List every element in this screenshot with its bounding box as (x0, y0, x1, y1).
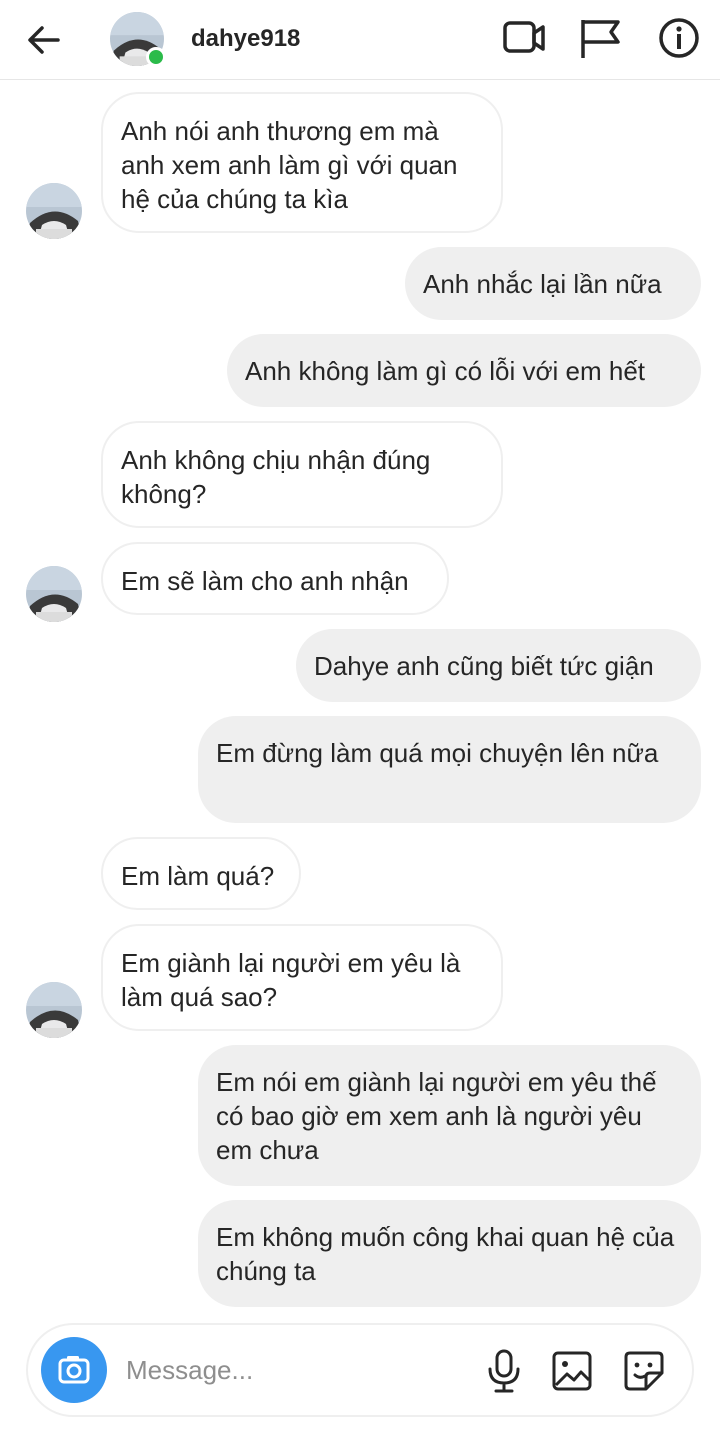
sender-avatar[interactable] (26, 183, 82, 239)
message-text: Anh không làm gì có lỗi với em hết (245, 356, 646, 386)
avatar (26, 566, 82, 622)
sender-avatar[interactable] (26, 982, 82, 1038)
message-bubble-outgoing[interactable]: Em đừng làm quá mọi chuyện lên nữa (198, 716, 701, 823)
gallery-button[interactable] (552, 1349, 592, 1393)
message-bubble-incoming[interactable]: Anh không chịu nhận đúng không? (101, 421, 503, 528)
arrow-left-icon (28, 26, 60, 54)
message-text: Em giành lại người em yêu là làm quá sao… (121, 948, 461, 1012)
report-flag-button[interactable] (578, 16, 622, 60)
camera-button[interactable] (41, 1337, 107, 1403)
online-status-dot (146, 47, 166, 67)
message-text: Anh nhắc lại lần nữa (423, 269, 662, 299)
message-bubble-outgoing[interactable]: Anh không làm gì có lỗi với em hết (227, 334, 701, 407)
message-text: Anh nói anh thương em mà anh xem anh làm… (121, 116, 458, 214)
microphone-icon (488, 1349, 520, 1393)
image-gallery-icon (552, 1351, 592, 1391)
info-button[interactable] (657, 16, 701, 60)
sticker-icon (624, 1351, 664, 1391)
message-composer: Message... (26, 1323, 694, 1417)
message-bubble-incoming[interactable]: Em làm quá? (101, 837, 301, 910)
message-bubble-incoming[interactable]: Em giành lại người em yêu là làm quá sao… (101, 924, 503, 1031)
message-bubble-incoming[interactable]: Em sẽ làm cho anh nhận (101, 542, 449, 615)
username-title[interactable]: dahye918 (191, 25, 300, 53)
video-call-icon (503, 21, 545, 53)
sender-avatar[interactable] (26, 566, 82, 622)
video-call-button[interactable] (502, 16, 546, 60)
message-text: Em sẽ làm cho anh nhận (121, 566, 409, 596)
profile-avatar[interactable] (110, 12, 166, 67)
voice-message-button[interactable] (484, 1349, 524, 1393)
message-bubble-outgoing[interactable]: Dahye anh cũng biết tức giận (296, 629, 701, 702)
back-button[interactable] (24, 20, 64, 60)
message-bubble-outgoing[interactable]: Anh nhắc lại lần nữa (405, 247, 701, 320)
message-text: Em làm quá? (121, 861, 275, 891)
message-text: Anh không chịu nhận đúng không? (121, 445, 431, 509)
message-input[interactable]: Message... (126, 1355, 253, 1386)
message-bubble-incoming[interactable]: Anh nói anh thương em mà anh xem anh làm… (101, 92, 503, 233)
message-text: Em đừng làm quá mọi chuyện lên nữa (216, 738, 659, 768)
message-bubble-outgoing[interactable]: Em không muốn công khai quan hệ của chún… (198, 1200, 701, 1307)
camera-icon (58, 1356, 90, 1384)
message-text: Dahye anh cũng biết tức giận (314, 651, 654, 681)
flag-icon (581, 20, 620, 58)
avatar (26, 183, 82, 239)
info-icon (659, 18, 699, 58)
message-text: Em nói em giành lại người em yêu thế có … (216, 1067, 657, 1165)
chat-header: dahye918 (0, 0, 720, 80)
message-text: Em không muốn công khai quan hệ của chún… (216, 1222, 675, 1286)
message-bubble-outgoing[interactable]: Em nói em giành lại người em yêu thế có … (198, 1045, 701, 1186)
sticker-button[interactable] (624, 1349, 664, 1393)
avatar (26, 982, 82, 1038)
